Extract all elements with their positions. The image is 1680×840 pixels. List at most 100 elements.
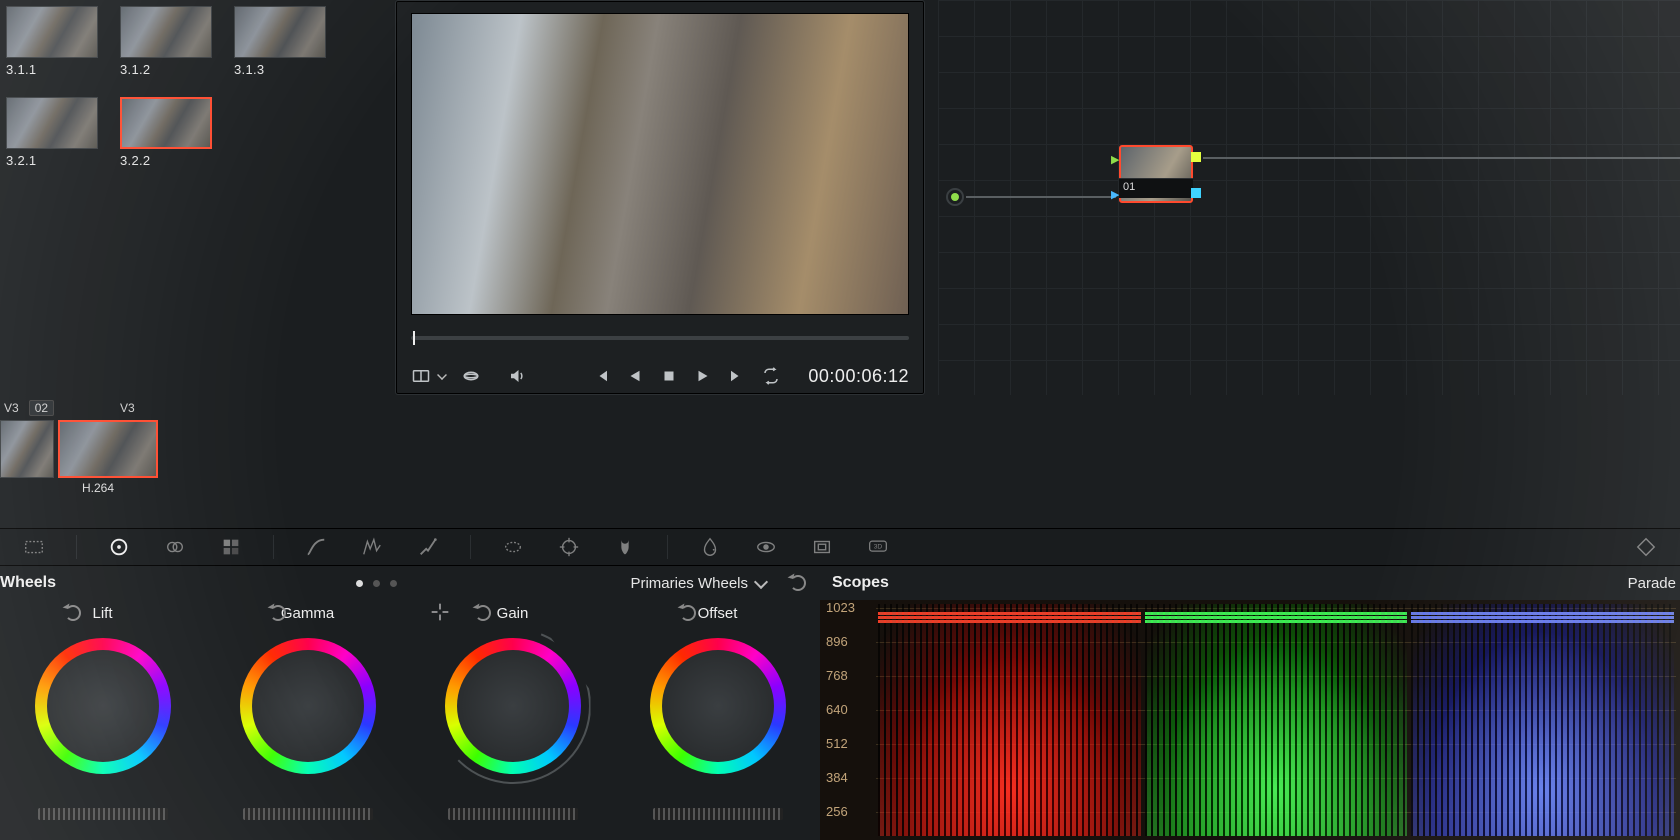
wheels-header: Wheels Primaries Wheels bbox=[0, 568, 820, 598]
scopes-mode-dropdown[interactable]: Parade bbox=[1628, 575, 1676, 592]
gamma-master-jog[interactable] bbox=[243, 808, 373, 820]
reset-icon[interactable] bbox=[270, 605, 286, 621]
wheel-label: Offset bbox=[698, 605, 738, 622]
wheel-nub[interactable] bbox=[506, 699, 520, 713]
clip-label: 3.1.1 bbox=[6, 58, 120, 77]
offset-wheel: Offset bbox=[615, 600, 820, 840]
node-source-input[interactable] bbox=[946, 188, 964, 206]
color-warper-icon[interactable] bbox=[358, 535, 386, 559]
y-tick: 896 bbox=[826, 634, 848, 649]
stop-button[interactable] bbox=[659, 366, 679, 386]
viewer-scrubber[interactable] bbox=[411, 336, 909, 340]
wheels-mode-dropdown[interactable]: Primaries Wheels bbox=[630, 575, 806, 592]
clip-number[interactable]: 02 bbox=[29, 400, 54, 416]
y-tick: 512 bbox=[826, 736, 848, 751]
gamma-wheel: Gamma bbox=[205, 600, 410, 840]
wheel-label: Gamma bbox=[281, 605, 334, 622]
track-label: V3 bbox=[120, 401, 135, 415]
scopes-header: Scopes Parade bbox=[820, 568, 1680, 598]
blur-icon[interactable] bbox=[696, 535, 724, 559]
clip-thumb[interactable]: 3.1.3 bbox=[234, 4, 348, 77]
y-tick: 768 bbox=[826, 668, 848, 683]
clip-codec: H.264 bbox=[82, 481, 158, 495]
palette-toolbar: 3D bbox=[0, 528, 1680, 566]
node-graph[interactable]: ▶ ▶ 01 bbox=[938, 0, 1680, 395]
offset-master-jog[interactable] bbox=[653, 808, 783, 820]
wheel-nub[interactable] bbox=[711, 699, 725, 713]
qualifier-icon[interactable] bbox=[414, 535, 442, 559]
viewer-timecode[interactable]: 00:00:06:12 bbox=[808, 366, 909, 387]
key-icon[interactable] bbox=[752, 535, 780, 559]
reset-icon[interactable] bbox=[680, 605, 696, 621]
curves-icon[interactable] bbox=[302, 535, 330, 559]
gamma-color-wheel[interactable] bbox=[240, 638, 376, 774]
node-connection[interactable] bbox=[1203, 157, 1680, 159]
reset-icon[interactable] bbox=[475, 605, 491, 621]
y-tick: 640 bbox=[826, 702, 848, 717]
lift-wheel: Lift bbox=[0, 600, 205, 840]
svg-text:3D: 3D bbox=[874, 544, 883, 551]
wheels-title: Wheels bbox=[0, 574, 56, 592]
bypass-grades-button[interactable] bbox=[461, 366, 481, 386]
parade-red bbox=[878, 604, 1141, 836]
node-port-out-alpha[interactable] bbox=[1191, 188, 1201, 198]
wheel-nub[interactable] bbox=[301, 699, 315, 713]
node-connection[interactable] bbox=[966, 196, 1116, 198]
parade-green bbox=[1145, 604, 1408, 836]
gain-color-wheel[interactable] bbox=[445, 638, 581, 774]
camera-raw-icon[interactable] bbox=[20, 535, 48, 559]
loop-button[interactable] bbox=[761, 366, 781, 386]
offset-color-wheel[interactable] bbox=[650, 638, 786, 774]
compare-mode-button[interactable] bbox=[411, 366, 431, 386]
wheel-label: Gain bbox=[497, 605, 529, 622]
dot-icon[interactable] bbox=[390, 580, 397, 587]
scopes-panel: 1023 896 768 640 512 384 256 bbox=[820, 600, 1680, 840]
chevron-down-icon[interactable] bbox=[437, 370, 447, 380]
dot-icon[interactable] bbox=[356, 580, 363, 587]
viewer-image[interactable] bbox=[411, 13, 909, 315]
keyframe-panel-icon[interactable] bbox=[1632, 535, 1660, 559]
clip-thumb[interactable]: 3.1.1 bbox=[6, 4, 120, 77]
wheel-label: Lift bbox=[92, 605, 112, 622]
color-wheels-icon[interactable] bbox=[105, 535, 133, 559]
viewer-panel: 00:00:06:12 bbox=[395, 0, 925, 395]
track-label: V3 bbox=[4, 401, 19, 415]
hdr-grade-icon[interactable] bbox=[161, 535, 189, 559]
window-icon[interactable] bbox=[499, 535, 527, 559]
picker-icon[interactable] bbox=[430, 602, 450, 627]
next-clip-button[interactable] bbox=[727, 366, 747, 386]
y-tick: 256 bbox=[826, 804, 848, 819]
magic-mask-icon[interactable] bbox=[611, 535, 639, 559]
reset-icon[interactable] bbox=[65, 605, 81, 621]
sizing-icon[interactable] bbox=[808, 535, 836, 559]
color-wheels-panel: Lift Gamma Gain Offset bbox=[0, 600, 820, 840]
wheel-nub[interactable] bbox=[96, 699, 110, 713]
node-label[interactable]: 01 bbox=[1119, 178, 1193, 198]
node-port-out-rgb[interactable] bbox=[1191, 152, 1201, 162]
clip-label: 3.1.2 bbox=[120, 58, 234, 77]
timeline-thumbnails: V3 02 V3 H.264 bbox=[0, 398, 1680, 528]
playhead[interactable] bbox=[411, 331, 421, 345]
clip-thumb[interactable]: 3.1.2 bbox=[120, 4, 234, 77]
play-reverse-button[interactable] bbox=[625, 366, 645, 386]
timeline-header: V3 02 V3 bbox=[0, 398, 139, 418]
page-dots[interactable] bbox=[356, 580, 397, 587]
rgb-mixer-icon[interactable] bbox=[217, 535, 245, 559]
tracking-icon[interactable] bbox=[555, 535, 583, 559]
dot-icon[interactable] bbox=[373, 580, 380, 587]
lift-color-wheel[interactable] bbox=[35, 638, 171, 774]
gain-wheel: Gain bbox=[410, 600, 615, 840]
reset-icon[interactable] bbox=[790, 575, 806, 591]
lift-master-jog[interactable] bbox=[38, 808, 168, 820]
clip-thumb[interactable]: 3.2.1 bbox=[6, 95, 120, 168]
chevron-down-icon bbox=[754, 574, 768, 588]
play-button[interactable] bbox=[693, 366, 713, 386]
timeline-clip[interactable]: H.264 bbox=[58, 420, 158, 478]
audio-mute-button[interactable] bbox=[507, 366, 527, 386]
clip-thumb[interactable]: 3.2.2 bbox=[120, 95, 234, 168]
stereo-3d-icon[interactable]: 3D bbox=[864, 535, 892, 559]
parade-scope[interactable] bbox=[876, 604, 1676, 836]
scopes-title: Scopes bbox=[820, 574, 889, 592]
prev-clip-button[interactable] bbox=[591, 366, 611, 386]
gain-master-jog[interactable] bbox=[448, 808, 578, 820]
